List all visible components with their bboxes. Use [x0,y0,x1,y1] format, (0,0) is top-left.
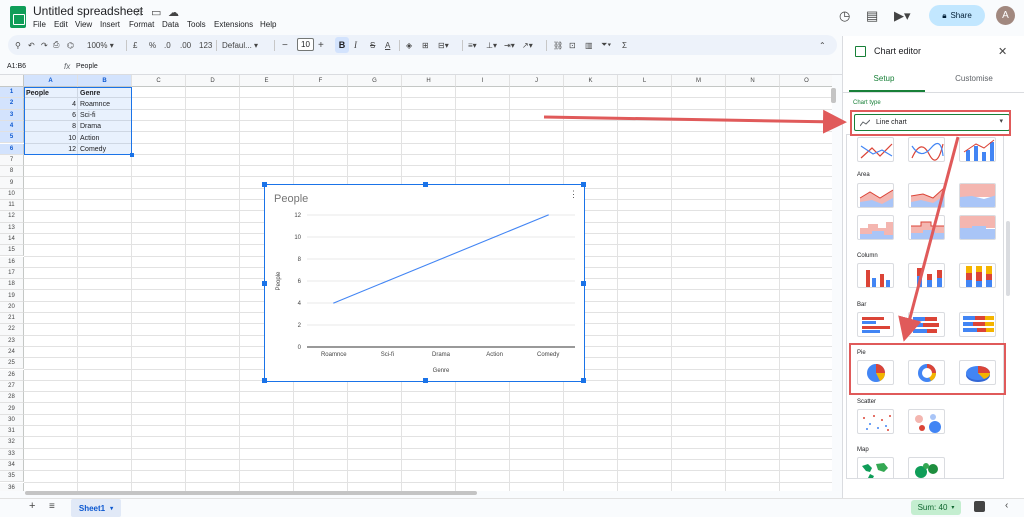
arrow-to-pie [898,136,960,342]
arrow-to-chart-type [543,109,847,134]
annotation-arrows [543,109,960,342]
